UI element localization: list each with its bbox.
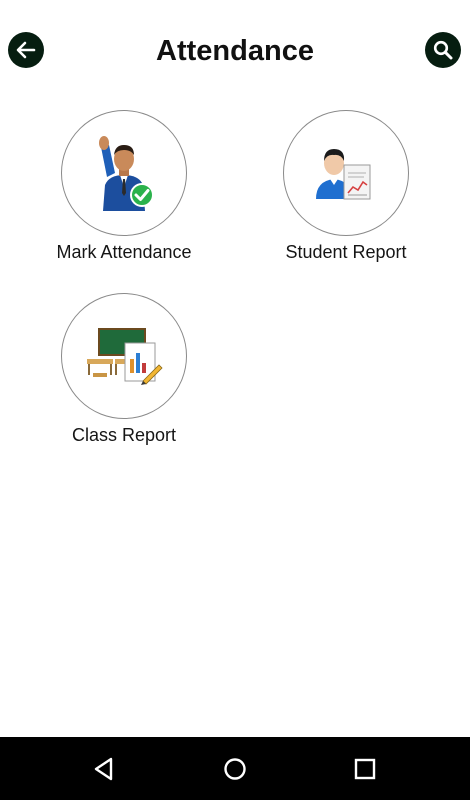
nav-home-button[interactable] [219,753,251,785]
search-button[interactable] [425,32,461,68]
student-report-label[interactable]: Student Report [246,241,446,263]
page-title: Attendance [156,35,314,67]
app-header: Attendance [0,0,470,100]
student-report-icon-circle[interactable] [283,110,409,236]
mark-attendance-label[interactable]: Mark Attendance [24,241,224,263]
nav-recents-button[interactable] [349,753,381,785]
search-icon [433,40,453,60]
student-report-tile[interactable]: Student Report [246,110,446,280]
class-report-label[interactable]: Class Report [24,424,224,446]
mark-attendance-tile[interactable]: Mark Attendance [24,110,224,280]
raised-hand-student-icon [99,136,154,211]
class-report-tile[interactable]: Class Report [24,293,224,463]
classroom-report-icon [87,328,163,385]
system-navigation-bar [0,737,470,800]
square-recents-icon [354,758,376,780]
student-report-icon [316,149,371,200]
nav-back-button[interactable] [88,753,120,785]
class-report-icon-circle[interactable] [61,293,187,419]
mark-attendance-icon-circle[interactable] [61,110,187,236]
circle-home-icon [224,758,246,780]
triangle-back-icon [94,757,113,781]
